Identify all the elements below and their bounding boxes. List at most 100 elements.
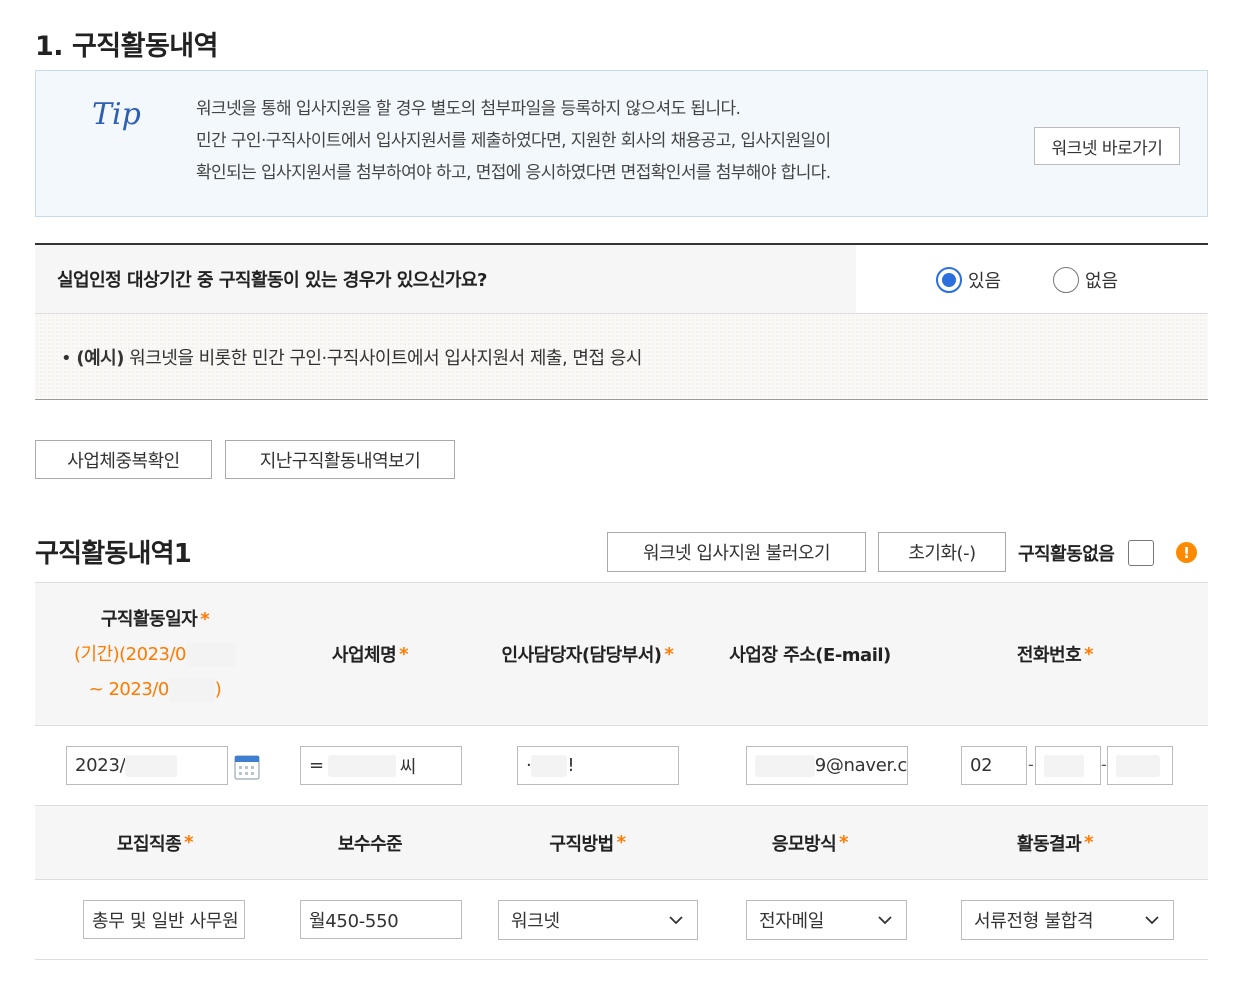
radio-yes[interactable]: 있음 [936,267,1001,293]
header-phone-label: 전화번호 [1016,645,1082,666]
period-start-text: (기간)(2023/0 [73,643,187,665]
header-method-label: 구직방법 [549,833,614,855]
date-input[interactable]: 2023/ [66,746,228,785]
reset-button[interactable]: 초기화(-) [878,532,1006,572]
method-value: 워크넷 [511,911,560,932]
salary-input[interactable]: 월450-550 [300,900,462,939]
tip-line: 워크넷을 통해 입사지원을 할 경우 별도의 첨부파일을 등록하지 않으셔도 됩… [196,99,741,119]
section-title: 1. 구직활동내역 [35,31,218,62]
radio-yes-circle[interactable] [936,267,962,293]
result-value: 서류전형 불합격 [974,911,1094,932]
tip-box: Tip 워크넷을 통해 입사지원을 할 경우 별도의 첨부파일을 등록하지 않으… [35,70,1208,217]
masked-value [1044,754,1084,777]
tip-line: 민간 구인·구직사이트에서 입사지원서를 제출하였다면, 지원한 회사의 채용공… [196,131,831,151]
header-date: 구직활동일자 * (기간)(2023/0 ~ 2023/0) [35,583,275,725]
required-mark: * [664,643,674,665]
header-hr: 인사담당자(담당부서) * [465,583,710,725]
chevron-down-icon [669,916,683,925]
phone-area-input[interactable]: 02 [961,746,1027,785]
header-apply-label: 응모방식 [771,833,837,855]
header-salary-label: 보수수준 [337,833,403,855]
masked-value [168,677,215,702]
radio-no[interactable]: 없음 [1053,267,1118,293]
required-mark: * [200,608,210,630]
hr-contact-input[interactable]: ·! [517,746,679,785]
header-period-end: ~ 2023/0) [89,672,222,707]
table-header-row: 모집직종 * 보수수준 구직방법 * 응모방식 * 활동결과 * [35,806,1208,880]
no-activity-checkbox[interactable] [1128,540,1154,566]
job-type-input[interactable]: 총무 및 일반 사무원 [83,900,245,939]
header-apply: 응모방식 * [710,806,910,879]
tip-logo: Tip [92,97,141,132]
header-job: 모집직종 * [35,806,275,879]
job-activity-question-row: 실업인정 대상기간 중 구직활동이 있는 경우가 있으신가요? 있음 없음 [35,243,1208,313]
company-name-input[interactable]: = 씨 [300,746,462,785]
bullet: • [61,348,72,369]
business-duplicate-check-button[interactable]: 사업체중복확인 [35,440,212,479]
header-salary: 보수수준 [275,806,465,879]
required-mark: * [1084,643,1094,665]
period-end-suffix: ) [214,678,222,700]
example-prefix: (예시) [76,348,124,369]
email-input[interactable]: 9@naver.c [746,746,908,785]
phone-dash: - [1028,755,1034,774]
activity-title: 구직활동내역1 [35,539,192,569]
table-row: 총무 및 일반 사무원 월450-550 워크넷 전자메일 서류전형 불합격 [35,880,1208,960]
table-row: 2023/ = 씨 ·! 9@naver.c 02 - - [35,726,1208,806]
email-suffix: 9@naver.c [814,755,907,776]
masked-value [186,642,236,667]
radio-no-label: 없음 [1085,271,1119,292]
masked-value [327,754,396,777]
required-mark: * [399,643,409,665]
method-select[interactable]: 워크넷 [498,900,698,940]
header-job-label: 모집직종 [116,833,182,855]
alert-icon[interactable]: ! [1176,542,1197,563]
hr-suffix: ! [567,755,575,776]
header-method: 구직방법 * [465,806,710,879]
header-company: 사업체명 * [275,583,465,725]
example-body: 워크넷을 비롯한 민간 구인·구직사이트에서 입사지원서 제출, 면접 응시 [123,348,642,369]
header-result: 활동결과 * [955,806,1155,879]
date-value: 2023/ [75,755,126,776]
phone-middle-input[interactable] [1035,746,1101,785]
company-prefix: = [309,755,324,776]
chevron-down-icon [1145,916,1159,925]
phone-last-input[interactable] [1107,746,1173,785]
masked-value [1116,754,1160,777]
company-suffix: 씨 [399,756,417,778]
header-email: 사업장 주소(E-mail) [710,583,910,725]
calendar-icon[interactable] [234,754,260,780]
load-worknet-application-button[interactable]: 워크넷 입사지원 불러오기 [607,532,866,572]
radio-no-circle[interactable] [1053,267,1079,293]
required-mark: * [616,832,626,853]
required-mark: * [1084,832,1094,853]
tip-line: 확인되는 입사지원서를 첨부하여야 하고, 면접에 응시하였다면 면접확인서를 … [196,163,831,183]
header-email-label: 사업장 주소(E-mail) [729,645,891,666]
header-phone: 전화번호 * [955,583,1155,725]
table-header-row: 구직활동일자 * (기간)(2023/0 ~ 2023/0) 사업체명 * 인사담당… [35,582,1208,726]
worknet-shortcut-button[interactable]: 워크넷 바로가기 [1034,127,1180,165]
example-text: • (예시) 워크넷을 비롯한 민간 구인·구직사이트에서 입사지원서 제출, … [61,344,642,370]
required-mark: * [839,832,849,853]
header-period-start: (기간)(2023/0 [74,637,236,672]
period-end-text: ~ 2023/0 [88,678,170,700]
tip-text: 워크넷을 통해 입사지원을 할 경우 별도의 첨부파일을 등록하지 않으셔도 됩… [196,93,831,189]
result-select[interactable]: 서류전형 불합격 [961,900,1174,940]
question-label: 실업인정 대상기간 중 구직활동이 있는 경우가 있으신가요? [35,245,856,313]
header-result-label: 활동결과 [1016,833,1082,855]
masked-value [125,754,178,777]
no-activity-label: 구직활동없음 [1018,544,1115,565]
header-date-label: 구직활동일자 [100,608,198,630]
masked-value [755,754,815,777]
header-hr-label: 인사담당자(담당부서) [501,645,663,666]
radio-yes-label: 있음 [968,271,1002,292]
past-job-activity-button[interactable]: 지난구직활동내역보기 [225,440,455,479]
phone-dash: - [1101,755,1107,774]
masked-value [531,754,568,777]
apply-method-select[interactable]: 전자메일 [746,900,907,940]
chevron-down-icon [878,916,892,925]
header-company-label: 사업체명 [331,645,397,666]
example-box: • (예시) 워크넷을 비롯한 민간 구인·구직사이트에서 입사지원서 제출, … [35,313,1208,400]
apply-value: 전자메일 [759,911,825,932]
required-mark: * [184,832,194,853]
